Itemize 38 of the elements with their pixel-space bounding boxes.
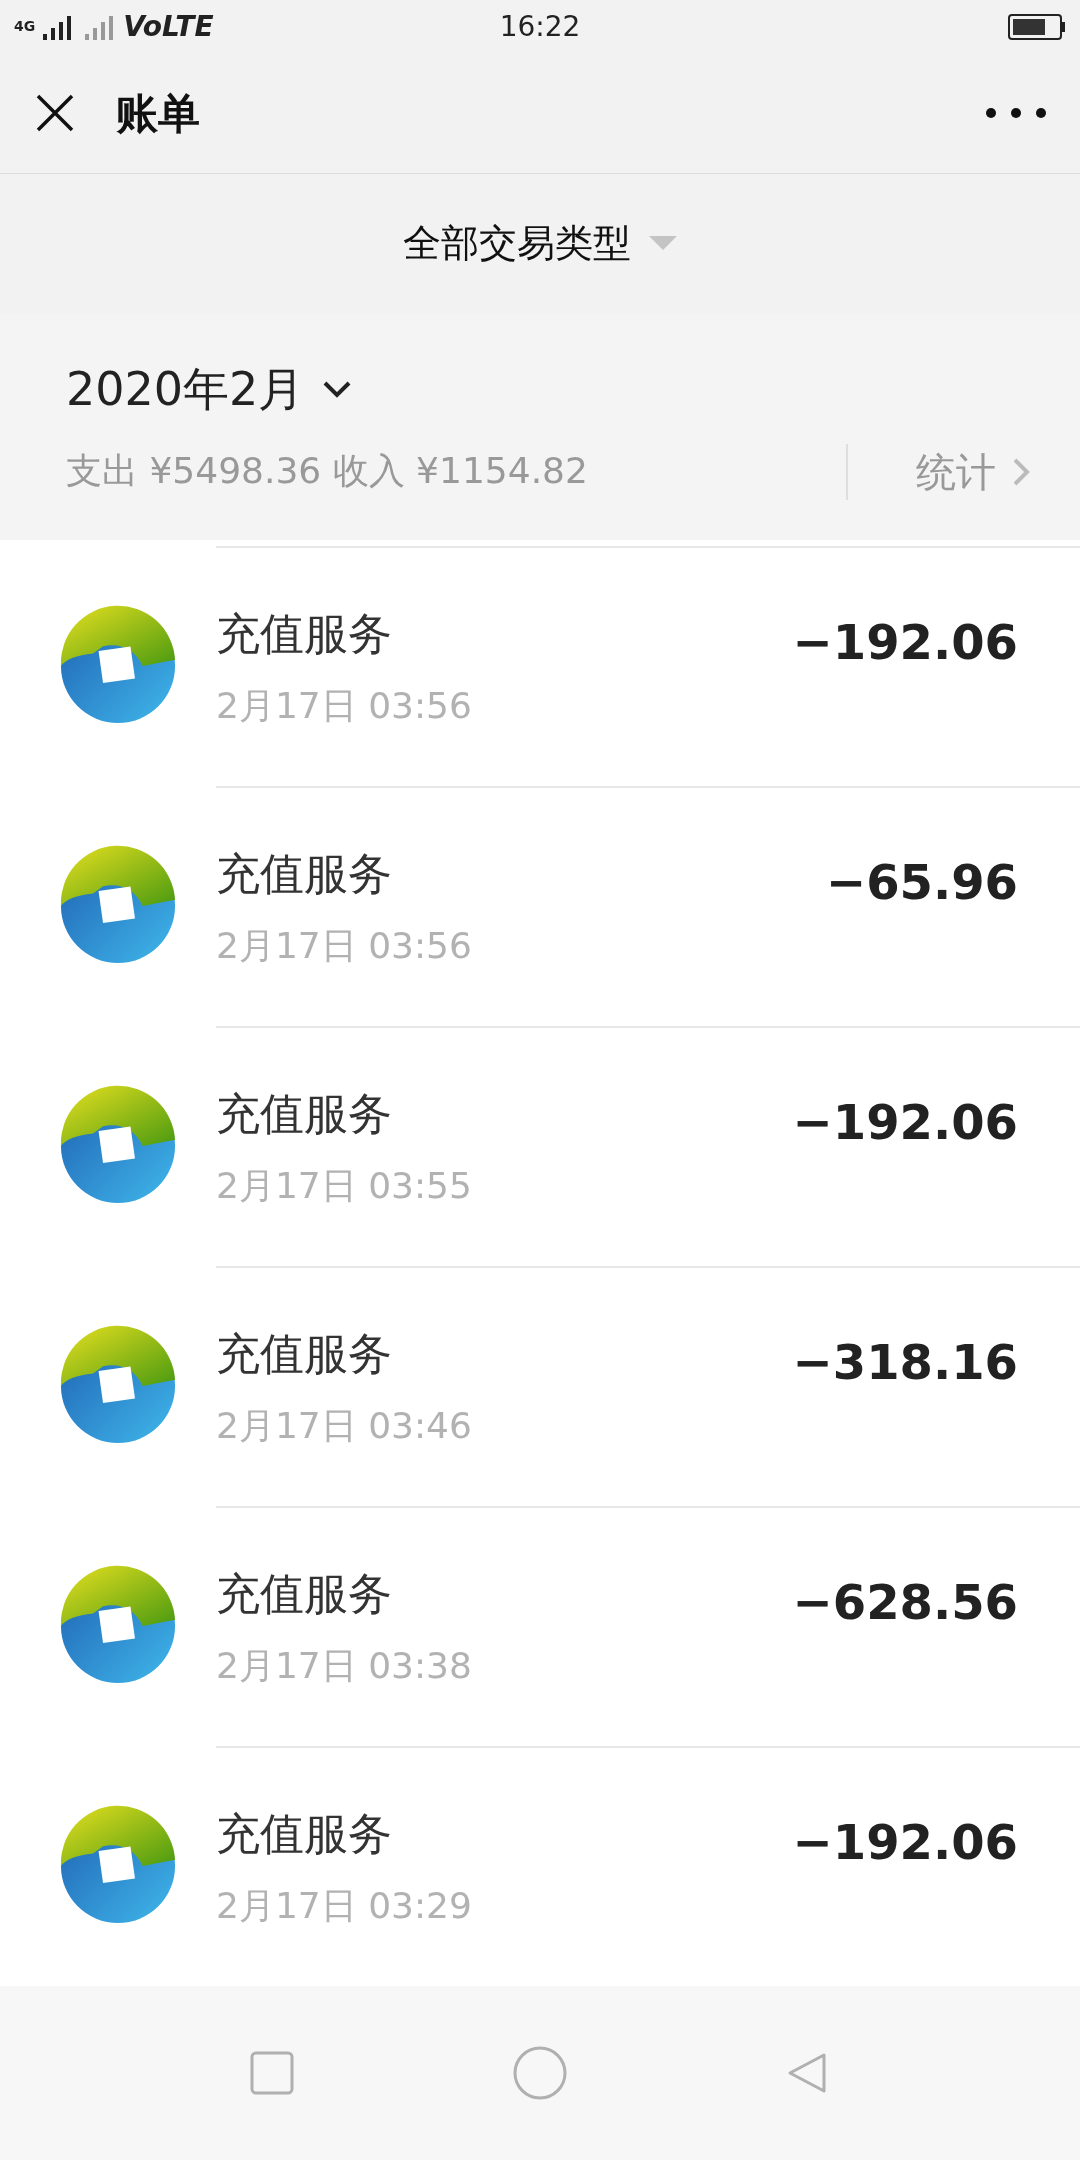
transaction-title: 充值服务 (216, 1566, 393, 1621)
transaction-title: 充值服务 (216, 1806, 393, 1861)
close-icon (36, 94, 74, 133)
transaction-amount: −318.16 (792, 1332, 1018, 1392)
transaction-title: 充值服务 (216, 846, 393, 901)
transaction-time: 2月17日 03:56 (216, 683, 473, 728)
transaction-amount: −65.96 (825, 852, 1018, 912)
transaction-row[interactable]: 充值服务 2月17日 03:55 −192.06 (0, 1025, 1080, 1266)
network-type: 4G (14, 17, 36, 36)
transaction-amount: −628.56 (792, 1572, 1018, 1632)
transaction-row[interactable]: 充值服务 2月17日 03:46 −318.16 (0, 1265, 1080, 1506)
home-icon[interactable] (513, 2045, 567, 2100)
chevron-down-icon (322, 380, 353, 399)
chevron-right-icon (1012, 456, 1030, 487)
transaction-amount: −192.06 (792, 1092, 1018, 1152)
status-time: 16:22 (498, 8, 582, 45)
battery-icon (1008, 13, 1066, 40)
caret-icon (649, 236, 677, 251)
transaction-title: 充值服务 (216, 1086, 393, 1141)
transaction-amount: −192.06 (792, 612, 1018, 672)
transaction-title: 充值服务 (216, 606, 393, 661)
transaction-amount: −192.06 (792, 1812, 1018, 1872)
carrier-label: VoLTE (123, 8, 214, 45)
transaction-time: 2月17日 03:56 (216, 923, 473, 968)
recent-apps-icon[interactable] (249, 2050, 294, 2095)
month-selector[interactable]: 2020年2月 (66, 354, 353, 424)
transaction-row[interactable]: 充值服务 2月17日 03:38 −628.56 (0, 1505, 1080, 1746)
transaction-type-dropdown[interactable]: 全部交易类型 (403, 214, 677, 272)
transaction-title: 充值服务 (216, 1326, 393, 1381)
transaction-time: 2月17日 03:38 (216, 1643, 473, 1688)
transaction-row[interactable]: 充值服务 2月17日 03:56 −65.96 (0, 785, 1080, 1026)
transaction-time: 2月17日 03:29 (216, 1883, 473, 1928)
month-summary: 支出 ¥5498.36 收入 ¥1154.82 (66, 448, 589, 493)
transaction-row[interactable]: 充值服务 2月17日 03:56 −192.06 (0, 545, 1080, 786)
transaction-row[interactable]: 充值服务 2月17日 03:29 −192.06 (0, 1745, 1080, 1986)
transaction-time: 2月17日 03:55 (216, 1163, 473, 1208)
page-title: 账单 (116, 87, 200, 140)
transaction-time: 2月17日 03:46 (216, 1403, 473, 1448)
